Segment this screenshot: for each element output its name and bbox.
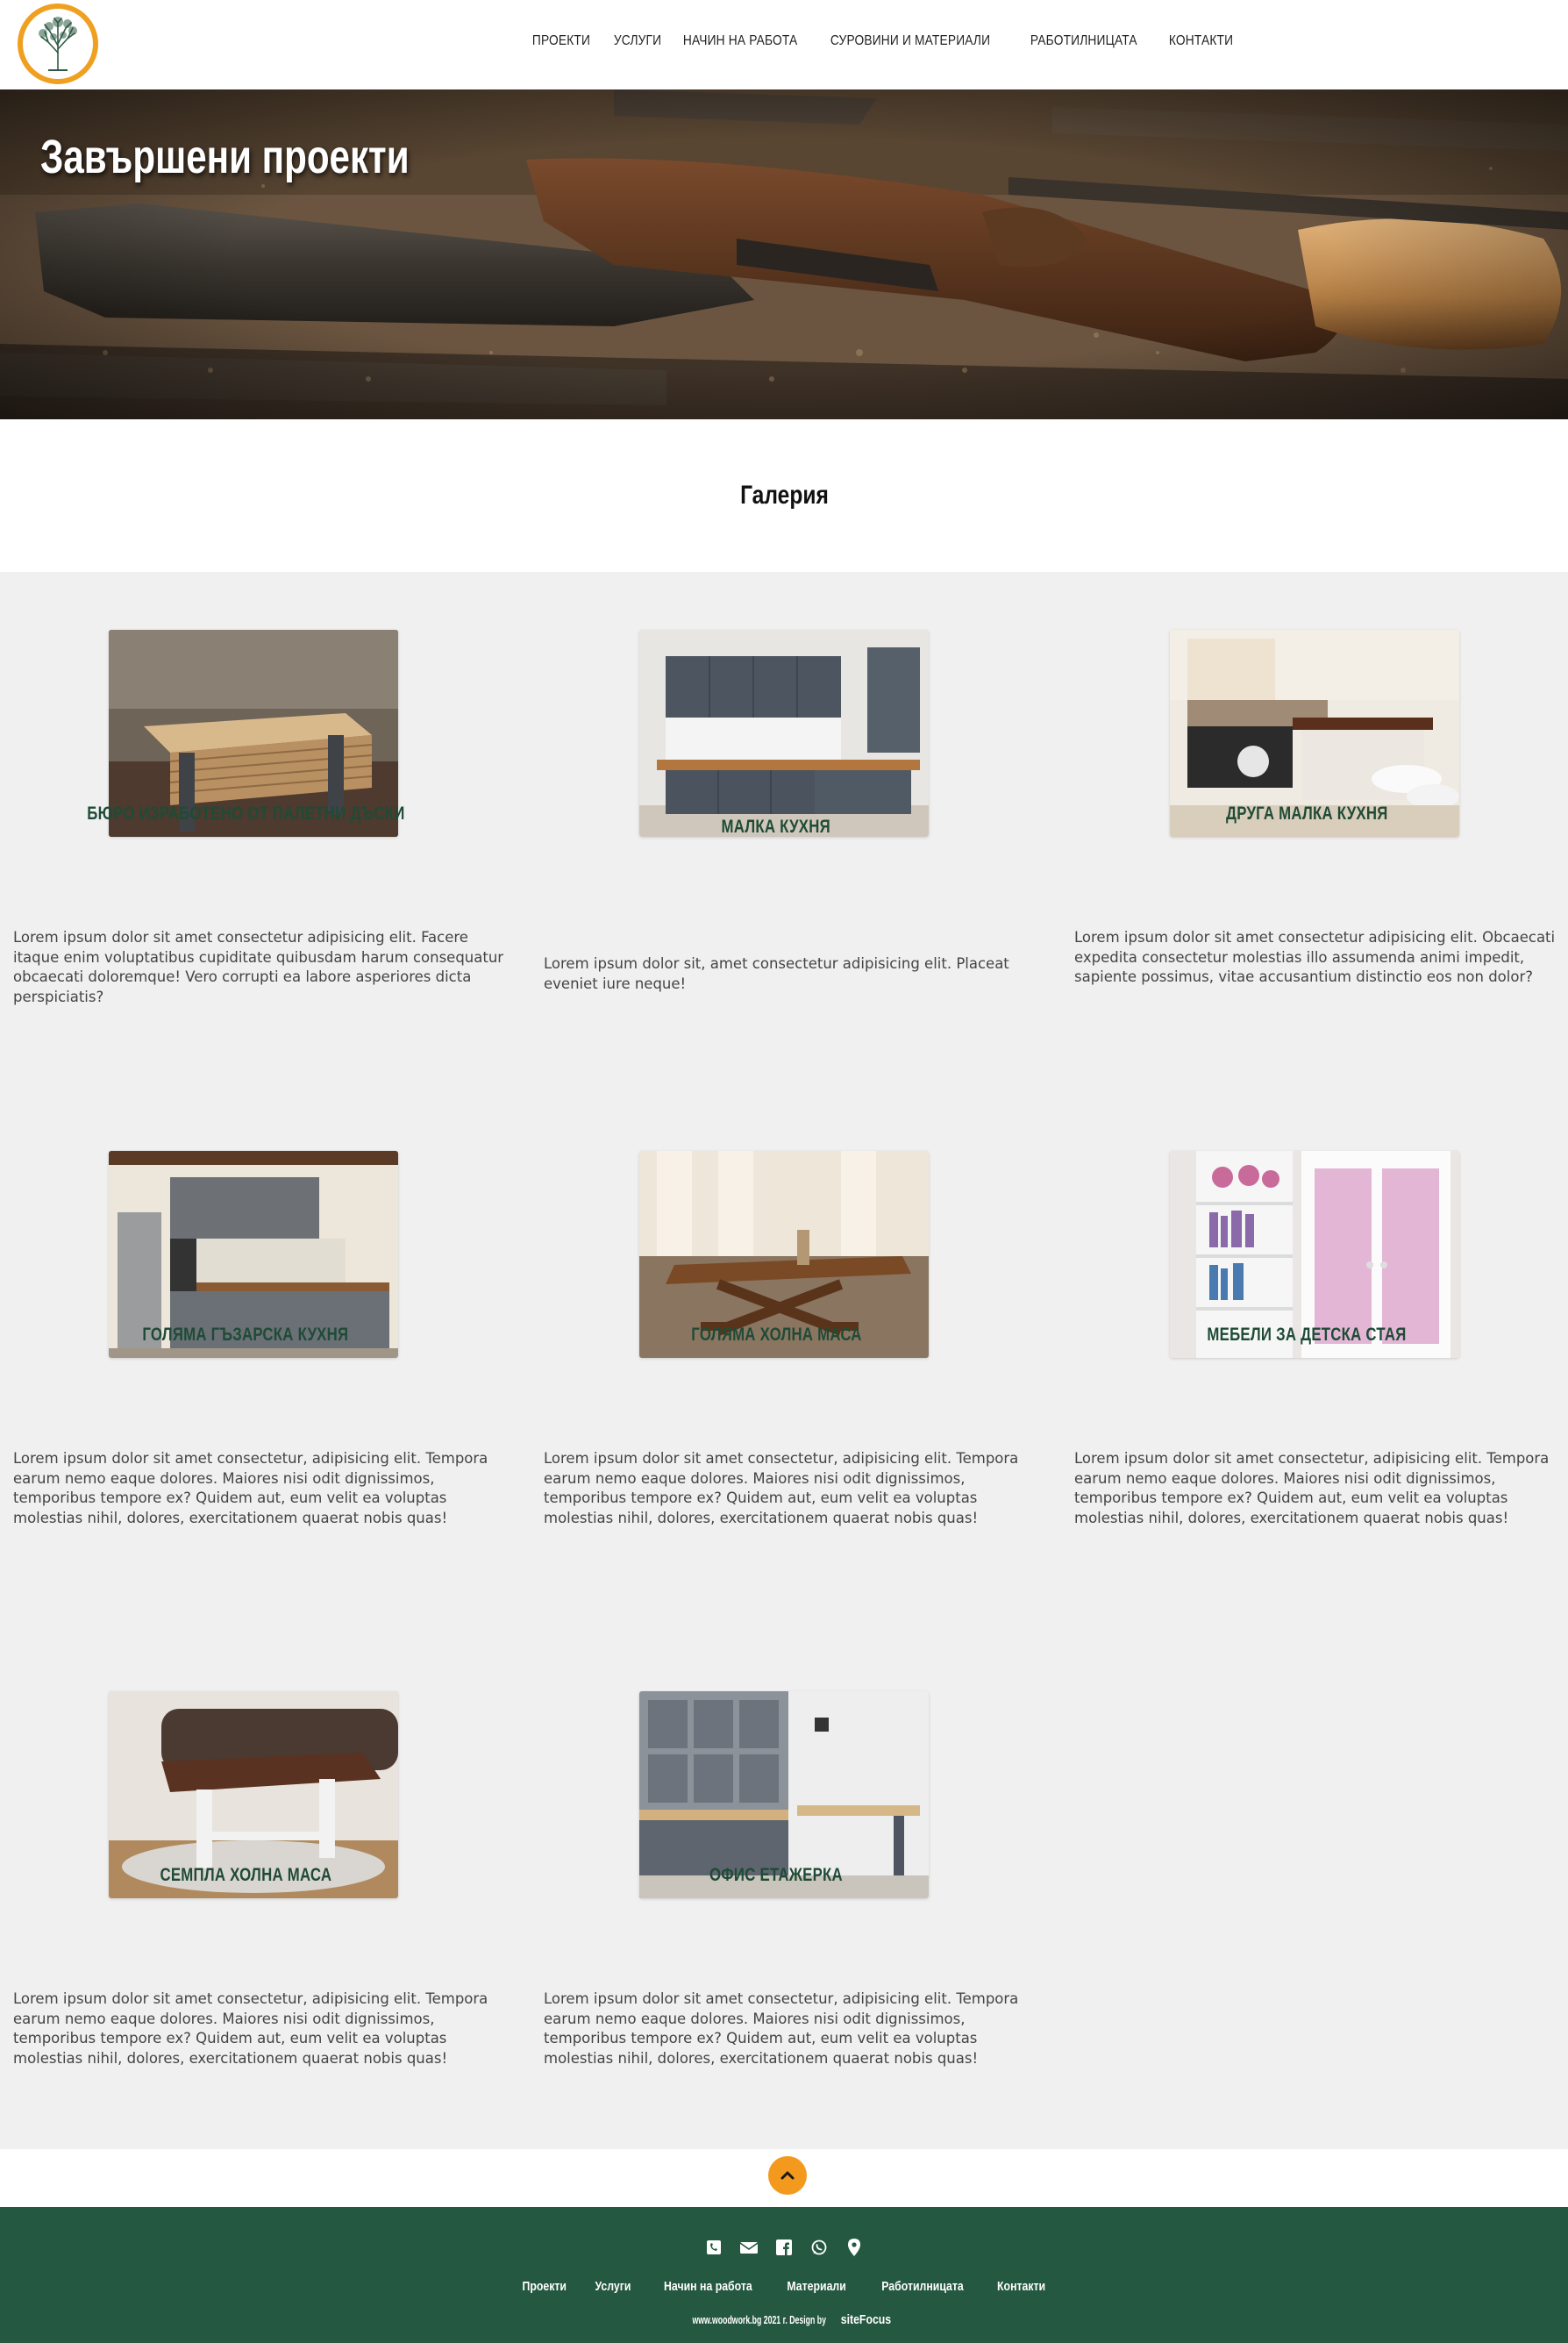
main-nav: ПРОЕКТИ УСЛУГИ НАЧИН НА РАБОТА СУРОВИНИ …	[526, 33, 1251, 56]
tree-logo-icon	[39, 17, 77, 71]
location-icon[interactable]	[844, 2237, 865, 2258]
nav-item-materials[interactable]: СУРОВИНИ И МАТЕРИАЛИ	[824, 33, 996, 56]
card-description: Lorem ipsum dolor sit amet consectetur, …	[544, 1450, 1019, 1526]
card-title: ДРУГА МАЛКА КУХНЯ	[1225, 804, 1388, 824]
card-description: Lorem ipsum dolor sit amet consectetur a…	[1074, 929, 1556, 985]
card-title: МЕБЕЛИ ЗА ДЕТСКА СТАЯ	[1207, 1325, 1407, 1345]
phone-icon[interactable]	[703, 2237, 724, 2258]
card-title: ГОЛЯМА ГЪЗАРСКА КУХНЯ	[142, 1325, 349, 1345]
card-title: ГОЛЯМА ХОЛНА МАСА	[690, 1325, 862, 1345]
copyright-text: www.woodwork.bg 2021 г. Design by siteFo…	[0, 2312, 1568, 2327]
gallery-grid: БЮРО ИЗРАБОТЕНО ОТ ПАЛЕТНИ ДЪСКИ Lorem i…	[0, 572, 1568, 2149]
footer-nav: Проекти Услуги Начин на работа Материали…	[0, 2279, 1568, 2294]
designer-link[interactable]: siteFocus	[840, 2312, 890, 2327]
nav-item-workshop[interactable]: РАБОТИЛНИЦАТА	[1024, 33, 1144, 56]
card-description: Lorem ipsum dolor sit amet consectetur, …	[544, 1990, 1019, 2067]
card-title: БЮРО ИЗРАБОТЕНО ОТ ПАЛЕТНИ ДЪСКИ	[86, 804, 405, 824]
card-title: СЕМПЛА ХОЛНА МАСА	[160, 1865, 331, 1885]
footer-link-contacts[interactable]: Контакти	[989, 2279, 1051, 2294]
footer-link-materials[interactable]: Материали	[780, 2279, 854, 2294]
copyright-prefix: www.woodwork.bg 2021 г. Design by	[692, 2313, 826, 2326]
card-description: Lorem ipsum dolor sit amet consectetur a…	[13, 929, 504, 1005]
site-logo[interactable]	[18, 4, 98, 84]
nav-item-contacts[interactable]: КОНТАКТИ	[1163, 33, 1239, 56]
site-footer: Проекти Услуги Начин на работа Материали…	[0, 2207, 1568, 2343]
footer-social-icons	[0, 2237, 1568, 2258]
nav-item-projects[interactable]: ПРОЕКТИ	[526, 33, 596, 56]
whatsapp-icon[interactable]	[809, 2237, 830, 2258]
card-description: Lorem ipsum dolor sit amet consectetur, …	[1074, 1450, 1550, 1526]
card-description: Lorem ipsum dolor sit amet consectetur, …	[13, 1990, 488, 2067]
nav-item-how-we-work[interactable]: НАЧИН НА РАБОТА	[677, 33, 803, 56]
site-header: ПРОЕКТИ УСЛУГИ НАЧИН НА РАБОТА СУРОВИНИ …	[0, 0, 1568, 89]
email-icon[interactable]	[738, 2237, 759, 2258]
hero-banner: Завършени проекти	[0, 89, 1568, 419]
back-to-top-button[interactable]	[768, 2156, 807, 2195]
card-description: Lorem ipsum dolor sit, amet consectetur …	[544, 955, 1009, 992]
page-title: Завършени проекти	[40, 131, 410, 183]
facebook-icon[interactable]	[773, 2237, 795, 2258]
footer-link-services[interactable]: Услуги	[588, 2279, 638, 2294]
footer-link-how-we-work[interactable]: Начин на работа	[656, 2279, 759, 2294]
nav-item-services[interactable]: УСЛУГИ	[608, 33, 667, 56]
footer-link-projects[interactable]: Проекти	[516, 2279, 574, 2294]
card-title: ОФИС ЕТАЖЕРКА	[709, 1865, 843, 1885]
gallery-heading: Галерия	[739, 481, 829, 510]
project-image-small-kitchen[interactable]	[639, 630, 929, 837]
card-title: МАЛКА КУХНЯ	[721, 817, 831, 837]
card-description: Lorem ipsum dolor sit amet consectetur, …	[13, 1450, 488, 1526]
chevron-up-icon	[780, 2171, 795, 2180]
footer-link-workshop[interactable]: Работилницата	[874, 2279, 971, 2294]
